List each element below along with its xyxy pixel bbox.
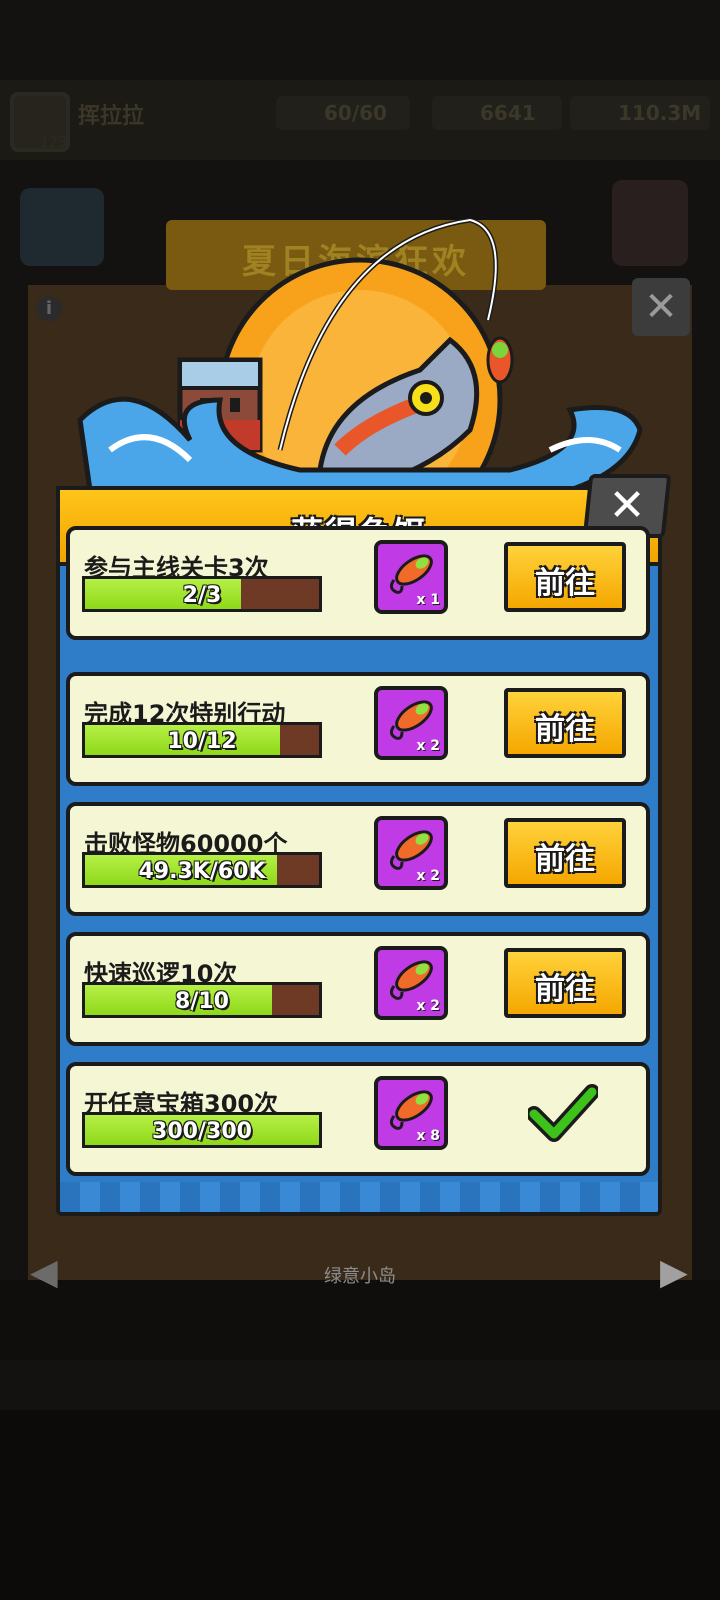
reward-item[interactable]: x 1 xyxy=(374,540,448,614)
go-button[interactable]: 前往 xyxy=(504,688,626,758)
island-name: 绿意小岛 xyxy=(324,1266,396,1287)
reward-quantity: x 8 xyxy=(416,1128,440,1144)
go-button[interactable]: 前往 xyxy=(504,948,626,1018)
task-row: 参与主线关卡3次 2/3 x 1 前往 xyxy=(66,526,650,640)
progress-text: 300/300 xyxy=(152,1119,252,1144)
task-progress-bar: 49.3K/60K xyxy=(82,852,322,888)
go-button-label: 前往 xyxy=(535,566,595,601)
task-progress-bar: 8/10 xyxy=(82,982,322,1018)
reward-quantity: x 2 xyxy=(416,868,440,884)
task-row: 击败怪物60000个 49.3K/60K x 2 前往 xyxy=(66,802,650,916)
go-button-label: 前往 xyxy=(535,712,595,747)
close-icon: ✕ xyxy=(608,480,646,531)
progress-text: 10/12 xyxy=(167,729,237,754)
task-progress-bar: 10/12 xyxy=(82,722,322,758)
reward-item[interactable]: x 2 xyxy=(374,816,448,890)
reward-quantity: x 1 xyxy=(416,592,440,608)
info-icon: i xyxy=(36,296,62,322)
player-level: 123 xyxy=(40,135,67,151)
reward-item[interactable]: x 2 xyxy=(374,946,448,1020)
bottom-bar xyxy=(0,1280,720,1360)
task-row: 开任意宝箱300次 300/300 x 8 xyxy=(66,1062,650,1176)
progress-text: 2/3 xyxy=(182,583,222,608)
reward-item[interactable]: x 2 xyxy=(374,686,448,760)
task-progress-bar: 300/300 xyxy=(82,1112,322,1148)
lure-icon xyxy=(486,336,514,384)
checkmark-icon xyxy=(528,1084,598,1142)
go-button[interactable]: 前往 xyxy=(504,818,626,888)
dialog-bottom-stripes xyxy=(60,1182,658,1212)
reward-item[interactable]: x 8 xyxy=(374,1076,448,1150)
go-button-label: 前往 xyxy=(535,842,595,877)
bottom-navigation xyxy=(0,1410,720,1600)
reward-quantity: x 2 xyxy=(416,738,440,754)
go-button-label: 前往 xyxy=(535,972,595,1007)
progress-text: 8/10 xyxy=(175,989,229,1014)
task-row: 完成12次特别行动 10/12 x 2 前往 xyxy=(66,672,650,786)
fishing-event-illustration xyxy=(77,217,643,490)
energy-resource: 60/60 xyxy=(276,96,410,130)
gem-resource: 6641 xyxy=(432,96,562,130)
task-row: 快速巡逻10次 8/10 x 2 前往 xyxy=(66,932,650,1046)
progress-text: 49.3K/60K xyxy=(138,859,266,884)
reward-quantity: x 2 xyxy=(416,998,440,1014)
go-button[interactable]: 前往 xyxy=(504,542,626,612)
gold-resource: 110.3M xyxy=(570,96,710,130)
task-progress-bar: 2/3 xyxy=(82,576,322,612)
player-name: 挥拉拉 xyxy=(78,104,145,129)
